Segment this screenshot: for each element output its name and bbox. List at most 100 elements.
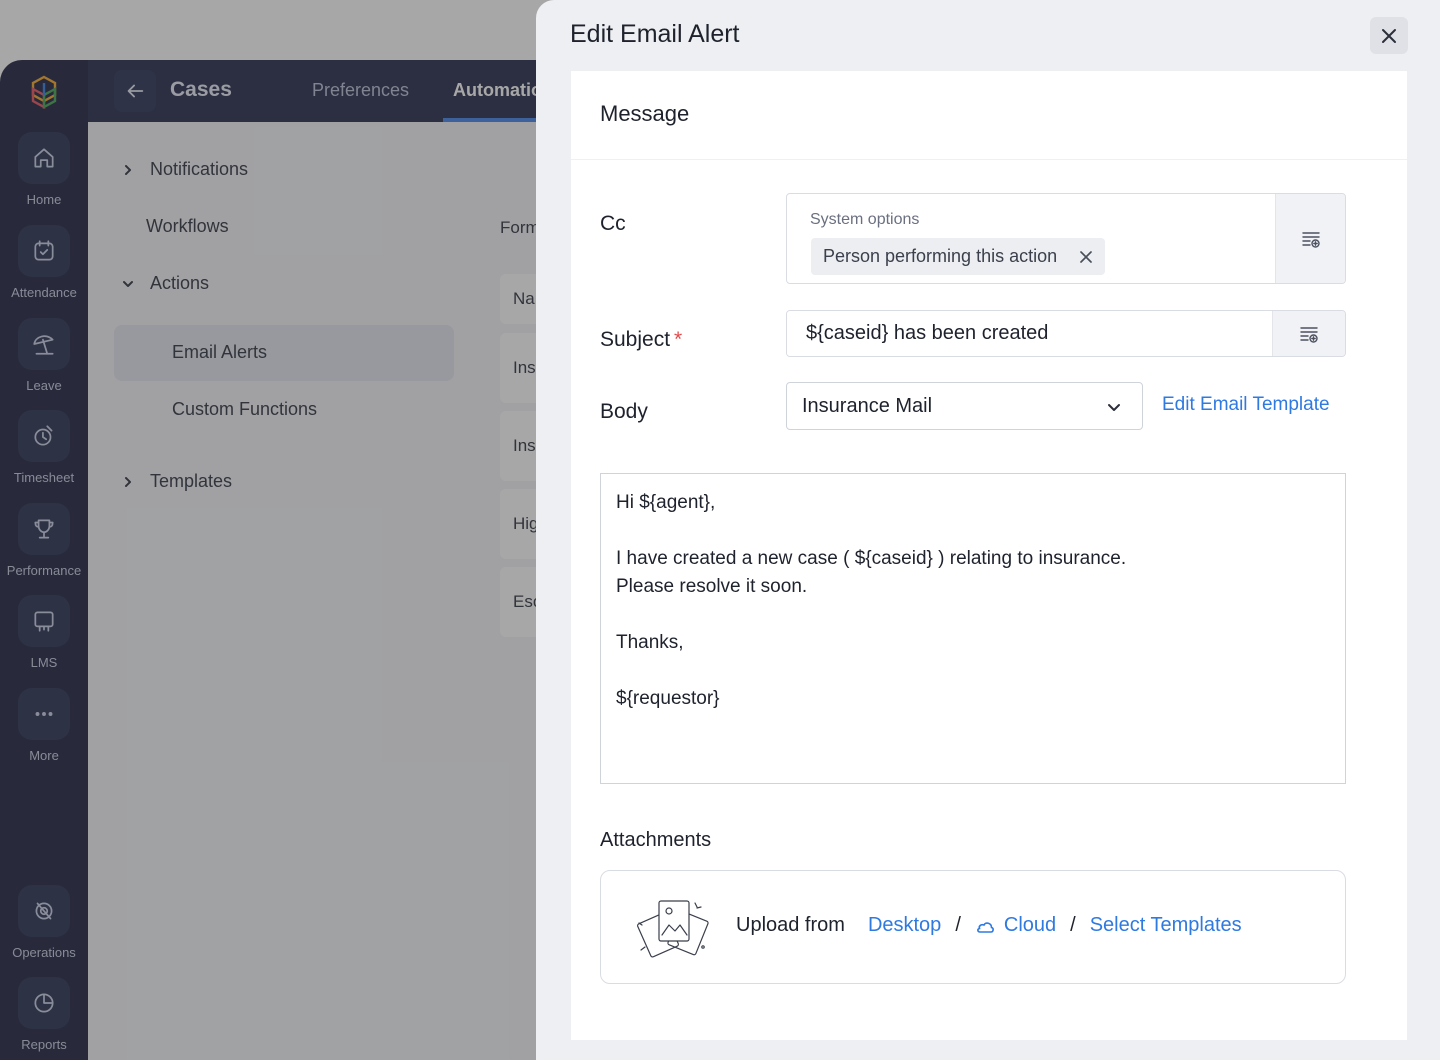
cc-insert-field-button[interactable] [1275, 194, 1345, 283]
subject-input[interactable] [787, 311, 1274, 356]
sidebar-item-label: Templates [150, 471, 233, 491]
subject-field [786, 310, 1346, 357]
tab-preferences[interactable]: Preferences [312, 80, 409, 101]
email-body-editor[interactable]: Hi ${agent}, I have created a new case (… [600, 473, 1346, 784]
rail-label: More [29, 748, 59, 763]
separator: / [955, 914, 961, 936]
body-line: I have created a new case ( ${caseid} ) … [616, 548, 1127, 569]
body-line: ${requestor} [616, 688, 720, 709]
list-item-label: Na [513, 289, 535, 308]
body-line [616, 517, 1330, 545]
cc-chip-label: Person performing this action [823, 246, 1058, 266]
upload-cloud-link[interactable]: Cloud [975, 914, 1056, 937]
rail-label: Performance [6, 563, 82, 578]
cc-chip: Person performing this action [811, 238, 1106, 275]
edit-email-template-link[interactable]: Edit Email Template [1162, 394, 1330, 416]
remove-chip-icon[interactable] [1079, 250, 1093, 264]
sidebar-item-label: Custom Functions [172, 399, 318, 419]
app-logo [26, 74, 62, 110]
chevron-down-icon [120, 276, 136, 292]
close-icon [1382, 28, 1396, 43]
upload-illustration-icon [631, 895, 715, 961]
subject-label-text: Subject [600, 328, 671, 351]
rail-label: Timesheet [13, 470, 75, 485]
section-title: Message [600, 101, 690, 126]
rail-label: Operations [12, 945, 76, 960]
rail-item-attendance[interactable]: Attendance [0, 225, 88, 300]
sidebar-item-label: Actions [150, 273, 210, 293]
rail-item-home[interactable]: Home [0, 132, 88, 207]
body-line [616, 601, 1330, 629]
sidebar-item-actions[interactable]: Actions [120, 273, 209, 294]
edit-email-alert-drawer: Edit Email Alert Message Cc System optio… [536, 0, 1440, 1060]
required-mark: * [674, 328, 683, 351]
sidebar-item-workflows[interactable]: Workflows [146, 216, 229, 237]
beach-umbrella-icon [18, 318, 70, 370]
template-select[interactable]: Insurance Mail [786, 382, 1143, 430]
drawer-title: Edit Email Alert [570, 20, 740, 48]
template-select-value: Insurance Mail [802, 394, 933, 417]
cloud-link-label: Cloud [1003, 914, 1057, 936]
rail-item-timesheet[interactable]: Timesheet [0, 410, 88, 485]
rail-item-leave[interactable]: Leave [0, 318, 88, 393]
more-dots-icon [18, 688, 70, 740]
operations-gear-icon [18, 885, 70, 937]
rail-label: Reports [21, 1037, 67, 1052]
attachment-dropzone[interactable]: Upload from Desktop / Cloud / Select Tem… [600, 870, 1346, 984]
cc-label: Cc [600, 212, 626, 235]
sidebar-item-label: Workflows [146, 216, 229, 236]
sidebar-item-notifications[interactable]: Notifications [120, 159, 248, 180]
calendar-check-icon [18, 225, 70, 277]
rail-label: Leave [26, 378, 62, 393]
body-label: Body [600, 400, 648, 423]
separator: / [1070, 914, 1076, 936]
upload-from-text: Upload from [736, 914, 845, 936]
body-line: Hi ${agent}, [616, 492, 716, 513]
subject-label: Subject * [600, 328, 682, 352]
close-button[interactable] [1370, 17, 1408, 54]
chevron-right-icon [120, 474, 136, 490]
cc-caption: System options [810, 211, 920, 228]
list-item-label: Ins [513, 436, 536, 455]
nav-rail: Home Attendance Leave Timesheet Performa… [0, 60, 88, 1060]
insert-field-icon [1300, 326, 1318, 343]
rail-label: Attendance [11, 285, 77, 300]
body-line: Please resolve it soon. [616, 576, 808, 597]
card-header: Message [571, 71, 1407, 160]
subject-insert-field-button[interactable] [1272, 311, 1345, 356]
cc-values[interactable]: System options Person performing this ac… [787, 194, 1277, 283]
sidebar-item-email-alerts[interactable]: Email Alerts [172, 342, 267, 363]
trophy-icon [18, 503, 70, 555]
rail-item-reports[interactable]: Reports [0, 977, 88, 1052]
rail-item-performance[interactable]: Performance [0, 503, 88, 578]
list-item-label: Hig [513, 514, 539, 533]
page-title: Cases [170, 78, 232, 101]
body-line: Thanks, [616, 632, 684, 653]
cc-field[interactable]: System options Person performing this ac… [786, 193, 1346, 284]
cloud-icon [976, 921, 994, 933]
learning-board-icon [18, 595, 70, 647]
pie-chart-icon [18, 977, 70, 1029]
sidebar-item-templates[interactable]: Templates [120, 471, 232, 492]
upload-desktop-link[interactable]: Desktop [868, 914, 941, 937]
upload-options: Upload from Desktop / Cloud / Select Tem… [736, 914, 1242, 937]
body-line [616, 657, 1330, 685]
sidebar-item-label: Email Alerts [172, 342, 268, 362]
sidebar-item-label: Notifications [150, 159, 249, 179]
chevron-down-icon [1108, 404, 1120, 411]
rail-label: LMS [30, 655, 58, 670]
attachments-label: Attachments [600, 829, 712, 851]
select-templates-link[interactable]: Select Templates [1090, 914, 1242, 937]
rail-label: Home [26, 192, 62, 207]
rail-item-operations[interactable]: Operations [0, 885, 88, 960]
list-item-label: Ins [513, 358, 536, 377]
rail-item-lms[interactable]: LMS [0, 595, 88, 670]
back-button[interactable] [114, 70, 156, 112]
sidebar-active-highlight [114, 325, 454, 381]
home-icon [18, 132, 70, 184]
form-column-header: Form [500, 218, 540, 237]
rail-item-more[interactable]: More [0, 688, 88, 763]
sidebar-item-custom-functions[interactable]: Custom Functions [172, 399, 317, 420]
message-card: Message Cc System options Person perform… [571, 71, 1407, 1040]
insert-field-icon [1301, 231, 1320, 248]
